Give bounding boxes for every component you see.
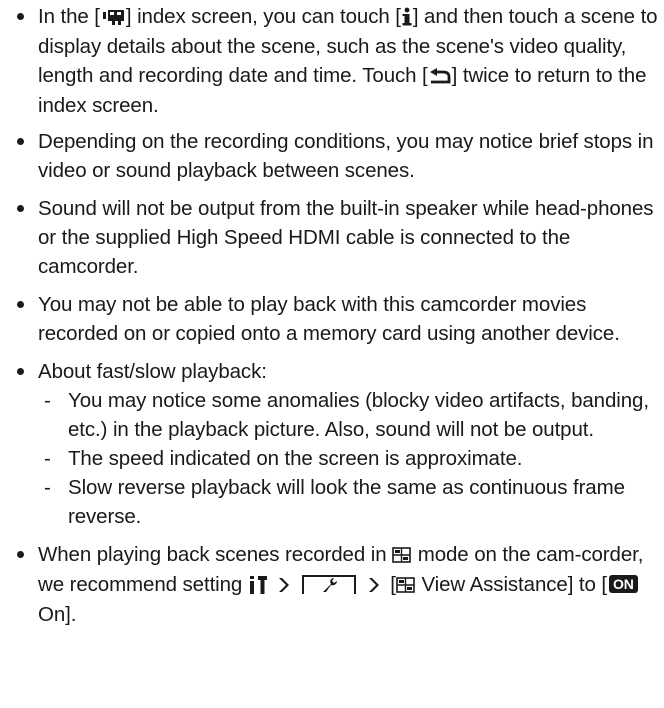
subnote-speed: - The speed indicated on the screen is ap… bbox=[44, 444, 660, 473]
movie-index-icon bbox=[100, 3, 126, 32]
return-icon bbox=[428, 62, 452, 91]
note-text: When playing back scenes recorded in bbox=[38, 543, 393, 566]
note-text: [ bbox=[384, 573, 396, 597]
note-index-screen-details: In the [ ] index screen, you can touch [… bbox=[14, 2, 660, 118]
note-view-assistance: When playing back scenes recorded in mod… bbox=[14, 540, 660, 629]
manual-page: In the [ ] index screen, you can touch [… bbox=[0, 0, 664, 708]
info-icon bbox=[401, 3, 413, 32]
subnote-text: The speed indicated on the screen is app… bbox=[68, 447, 523, 470]
on-badge-label: ON bbox=[613, 576, 634, 593]
note-text: You may not be able to play back with th… bbox=[38, 293, 620, 345]
wrench-tab-icon bbox=[301, 571, 357, 600]
settings-menu-icon bbox=[248, 571, 268, 600]
subnote-text: Slow reverse playback will look the same… bbox=[68, 476, 625, 528]
subnote-anomalies: - You may notice some anomalies (blocky v… bbox=[44, 386, 660, 444]
subnote-slow-reverse: - Slow reverse playback will look the sam… bbox=[44, 473, 660, 531]
note-text: Depending on the recording conditions, y… bbox=[38, 130, 654, 182]
note-text: ] index screen, you can touch [ bbox=[125, 5, 401, 28]
note-text: In the [ bbox=[38, 5, 100, 28]
dash-marker: - bbox=[44, 447, 51, 470]
note-sound-output: Sound will not be output from the built-… bbox=[14, 194, 660, 281]
subnote-text: You may notice some anomalies (blocky vi… bbox=[68, 389, 649, 441]
subnote-list: - You may notice some anomalies (blocky v… bbox=[38, 386, 660, 531]
log-mode-icon bbox=[392, 541, 412, 570]
note-text: Sound will not be output from the built-… bbox=[38, 197, 654, 278]
log-mode-icon bbox=[396, 571, 416, 600]
dash-marker: - bbox=[44, 389, 51, 412]
note-fast-slow-playback: About fast/slow playback: - You may notic… bbox=[14, 357, 660, 531]
note-brief-stops: Depending on the recording conditions, y… bbox=[14, 127, 660, 185]
note-text: On]. bbox=[38, 603, 77, 627]
note-text: View Assistance] to [ bbox=[415, 573, 607, 597]
arrow-right-icon bbox=[363, 571, 385, 600]
arrow-right-icon bbox=[273, 571, 295, 600]
on-badge: ON bbox=[609, 575, 638, 594]
dash-marker: - bbox=[44, 476, 51, 499]
notes-list: In the [ ] index screen, you can touch [… bbox=[14, 2, 660, 638]
note-other-device: You may not be able to play back with th… bbox=[14, 290, 660, 348]
note-text: About fast/slow playback: bbox=[38, 360, 267, 383]
